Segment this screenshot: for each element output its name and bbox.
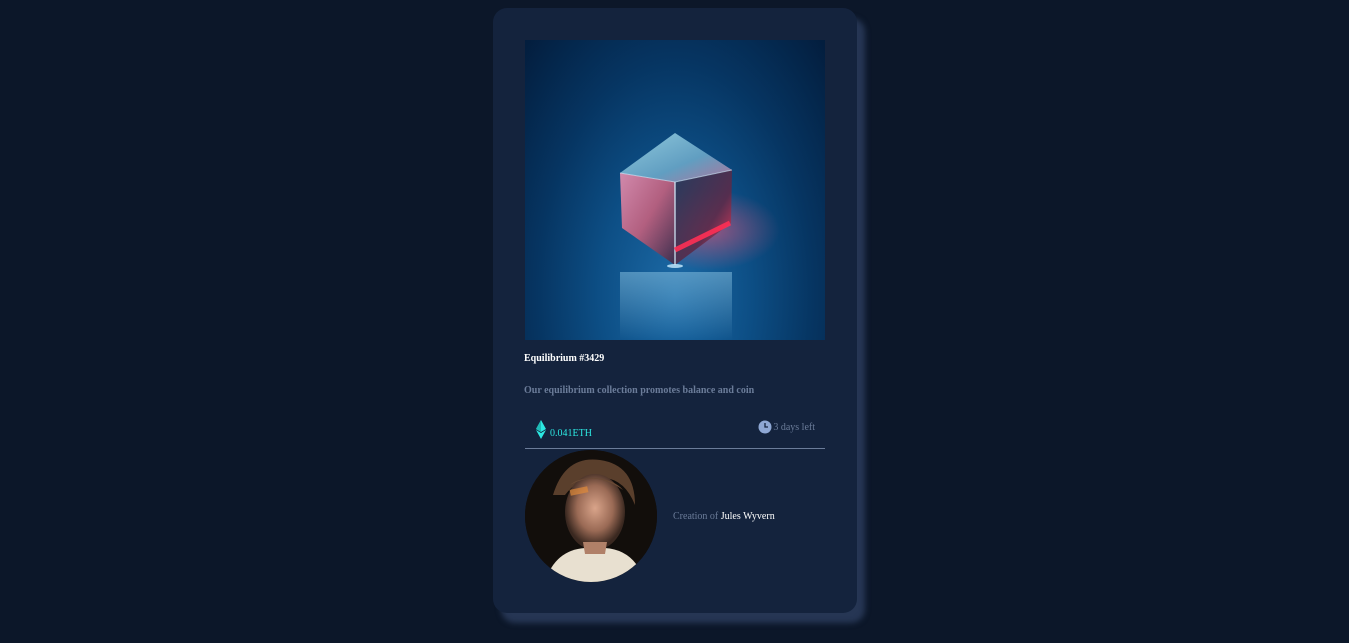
nft-image[interactable] [525, 40, 825, 340]
creator-label: Creation of [673, 511, 721, 522]
price-group: 0.041ETH [535, 416, 592, 440]
creator-portrait [525, 450, 657, 582]
creator-name-link[interactable]: Jules Wyvern [721, 511, 775, 522]
creator-credit: Creation of Jules Wyvern [673, 511, 775, 522]
nft-description: Our equilibrium collection promotes bala… [524, 385, 755, 396]
time-left-group: 3 days left [758, 418, 815, 434]
glass-cube-illustration [619, 133, 780, 340]
clock-icon [758, 420, 772, 434]
divider [525, 448, 825, 449]
time-left-value: 3 days left [773, 422, 815, 433]
price-value: 0.041ETH [550, 428, 592, 439]
nft-card: Equilibrium #3429 Our equilibrium collec… [493, 8, 857, 613]
creator-avatar[interactable] [525, 450, 657, 582]
ethereum-icon [536, 420, 546, 439]
nft-title[interactable]: Equilibrium #3429 [524, 353, 604, 364]
